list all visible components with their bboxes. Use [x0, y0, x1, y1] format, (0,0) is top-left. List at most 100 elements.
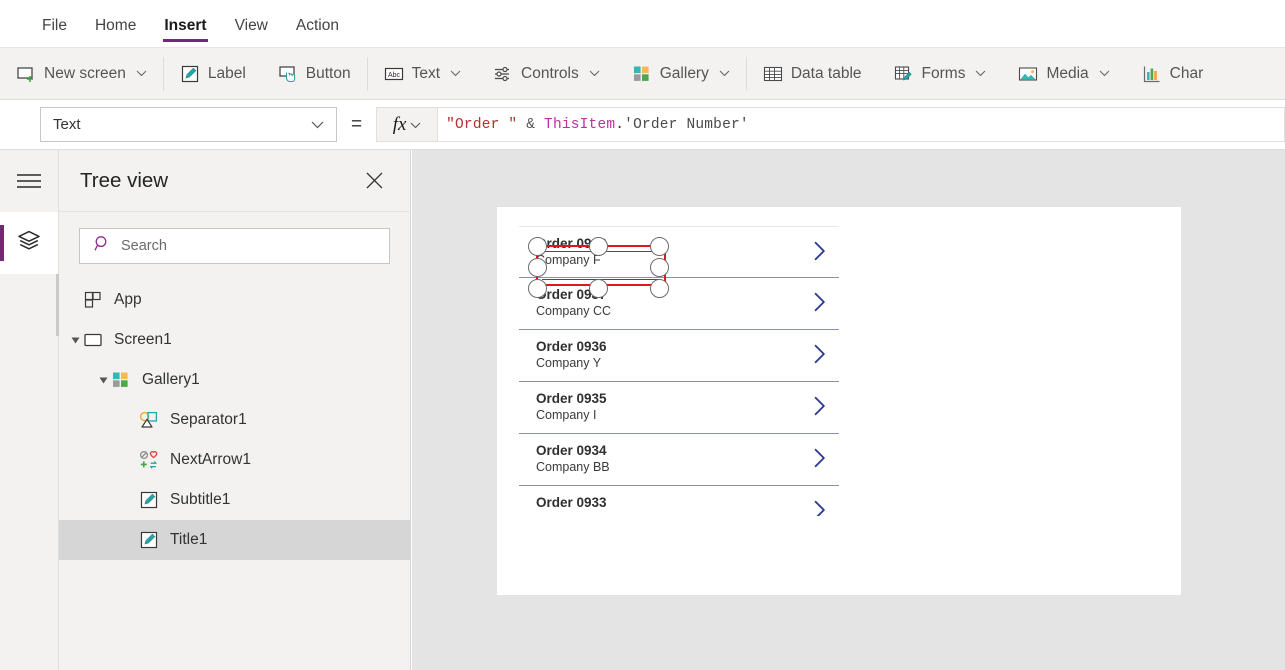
next-arrow-icon [139, 450, 158, 469]
resize-handle[interactable] [528, 279, 547, 298]
button-icon [279, 65, 295, 82]
resize-handle[interactable] [528, 237, 547, 256]
svg-text:Abc: Abc [388, 72, 401, 79]
chevron-down-icon [410, 116, 421, 134]
media-icon [1019, 66, 1038, 81]
ribbon-button-media[interactable]: Media [1002, 48, 1125, 99]
gallery-row-subtitle: Company I [536, 408, 597, 422]
chevron-right-icon[interactable] [809, 395, 831, 417]
label-icon [140, 531, 158, 549]
fx-button[interactable]: fx [376, 107, 439, 142]
menu-tab-label: Insert [164, 17, 207, 34]
menu-tab-label: Home [94, 17, 137, 34]
insert-ribbon-toolbar: New screen Label Button Abc Text Controls Gall… [0, 48, 1285, 100]
chevron-down-icon [1099, 68, 1110, 80]
ribbon-button-label[interactable]: Label [164, 48, 262, 99]
menu-tab-insert[interactable]: Insert [150, 17, 220, 47]
resize-handle[interactable] [650, 279, 669, 298]
close-icon[interactable] [361, 167, 388, 194]
menu-tab-home[interactable]: Home [81, 17, 150, 47]
menu-tab-label: Action [295, 17, 339, 34]
ribbon-button-controls[interactable]: Controls [477, 48, 616, 99]
resize-handle[interactable] [589, 279, 608, 298]
tree-item-label: Screen1 [114, 331, 172, 348]
search-box[interactable] [79, 228, 390, 264]
tree-view-panel: Tree view App Screen1 Gallery1 Separator1 Ne… [59, 150, 411, 670]
ribbon-button-char[interactable]: Char [1126, 48, 1220, 99]
ribbon-button-label: Forms [921, 64, 966, 82]
search-container [59, 212, 410, 278]
ribbon-button-label: Button [305, 64, 351, 82]
gallery-icon [113, 372, 128, 387]
formula-token-dot: . [615, 116, 625, 133]
resize-handle[interactable] [589, 237, 608, 256]
formula-input[interactable]: "Order " & ThisItem. 'Order Number' [438, 107, 1285, 142]
tree-item-separator1[interactable]: Separator1 [59, 400, 410, 440]
gallery-row-title: Order 0935 [536, 391, 607, 406]
ribbon-button-forms[interactable]: Forms [878, 48, 1003, 99]
ribbon-button-data-table[interactable]: Data table [747, 48, 878, 99]
resize-handle[interactable] [650, 258, 669, 277]
gallery-row-title: Order 0937 [536, 287, 607, 302]
chevron-right-icon[interactable] [809, 343, 831, 365]
tree-view-layers-icon [17, 230, 41, 257]
gallery-row-title: Order 0936 [536, 339, 607, 354]
menu-tab-file[interactable]: File [28, 17, 81, 47]
hamburger-icon[interactable] [0, 150, 58, 212]
app-screen-preview: Order 0938 Company F Order 0937 Company CC O… [497, 207, 1181, 595]
tree-item-gallery1[interactable]: Gallery1 [59, 360, 410, 400]
tree-item-app[interactable]: App [59, 280, 410, 320]
tree-item-title1[interactable]: Title1 [59, 520, 410, 560]
chevron-down-icon [589, 68, 600, 80]
ribbon-button-label: Media [1046, 64, 1089, 82]
chevron-right-icon[interactable] [809, 240, 831, 262]
gallery-row[interactable]: Order 0936 Company Y [519, 330, 839, 382]
ribbon-button-button[interactable]: Button [262, 48, 367, 99]
ribbon-button-label: Gallery [659, 64, 709, 82]
ribbon-button-text[interactable]: Abc Text [368, 48, 477, 99]
gallery-control[interactable]: Order 0938 Company F Order 0937 Company CC O… [519, 226, 839, 516]
tree-view-header: Tree view [59, 150, 410, 212]
gallery-row-subtitle: Company CC [536, 304, 612, 318]
tree-item-label: Subtitle1 [170, 491, 231, 508]
expand-caret-icon[interactable] [69, 334, 81, 346]
canvas-area: Order 0938 Company F Order 0937 Company CC O… [412, 150, 1285, 670]
sidebar-item-tree-view[interactable] [0, 212, 59, 336]
ribbon-button-gallery[interactable]: Gallery [616, 48, 746, 99]
gallery-row[interactable]: Order 0934 Company BB [519, 434, 839, 486]
ribbon-button-label: Data table [790, 64, 862, 82]
resize-handle[interactable] [650, 237, 669, 256]
panel-title: Tree view [80, 168, 169, 192]
chevron-down-icon [719, 68, 730, 80]
expand-caret-icon[interactable] [97, 374, 109, 386]
formula-token-string: "Order " [446, 116, 518, 133]
property-select[interactable]: Text [40, 107, 337, 142]
chevron-down-icon [975, 68, 986, 80]
label-icon [181, 65, 198, 82]
chevron-right-icon[interactable] [809, 291, 831, 313]
tree-item-subtitle1[interactable]: Subtitle1 [59, 480, 410, 520]
search-input[interactable] [121, 238, 375, 254]
tree-item-label: Title1 [170, 531, 208, 548]
tree-item-nextarrow1[interactable]: NextArrow1 [59, 440, 410, 480]
app-icon [84, 291, 101, 308]
menu-tab-action[interactable]: Action [282, 17, 353, 47]
menu-tab-view[interactable]: View [221, 17, 282, 47]
ribbon-button-label: Controls [521, 64, 579, 82]
gallery-row-subtitle: Company BB [536, 460, 610, 474]
tree-item-screen1[interactable]: Screen1 [59, 320, 410, 360]
gallery-row-title: Order 0934 [536, 443, 607, 458]
gallery-row[interactable]: Order 0935 Company I [519, 382, 839, 434]
separator-icon [139, 411, 158, 428]
gallery-row[interactable]: Order 0933 [519, 486, 839, 516]
selection-box[interactable] [528, 237, 669, 298]
formula-token-field: 'Order Number' [624, 116, 749, 133]
formula-bar: Text = fx "Order " & ThisItem. 'Order Num… [0, 100, 1285, 150]
chevron-right-icon[interactable] [809, 499, 831, 516]
resize-handle[interactable] [528, 258, 547, 277]
tree-item-label: Separator1 [170, 411, 247, 428]
ribbon-button-new-screen[interactable]: New screen [0, 48, 163, 99]
ribbon-button-label: Text [411, 64, 441, 82]
screen-icon [84, 333, 102, 347]
chevron-right-icon[interactable] [809, 447, 831, 469]
